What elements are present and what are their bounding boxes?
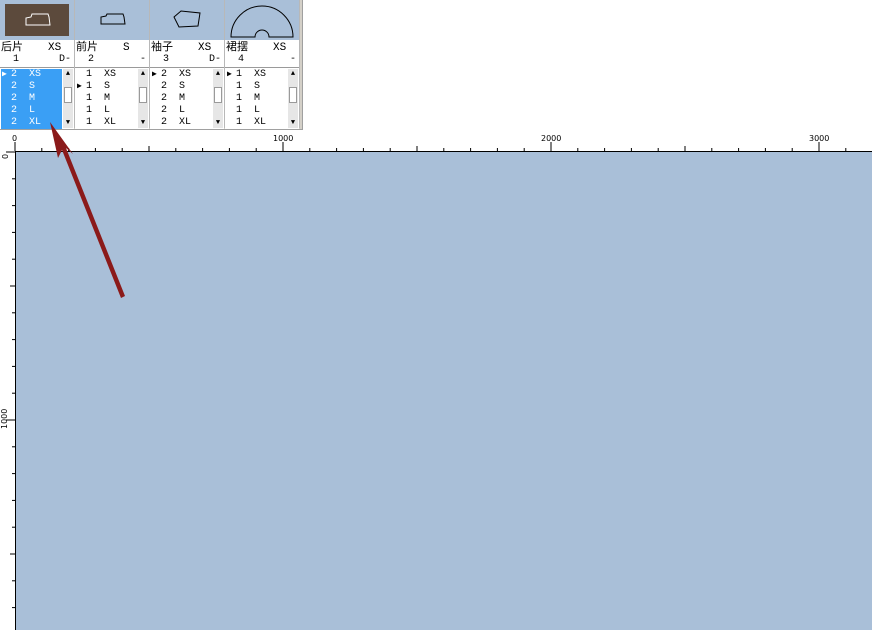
annotation-arrow-icon [50,122,125,298]
